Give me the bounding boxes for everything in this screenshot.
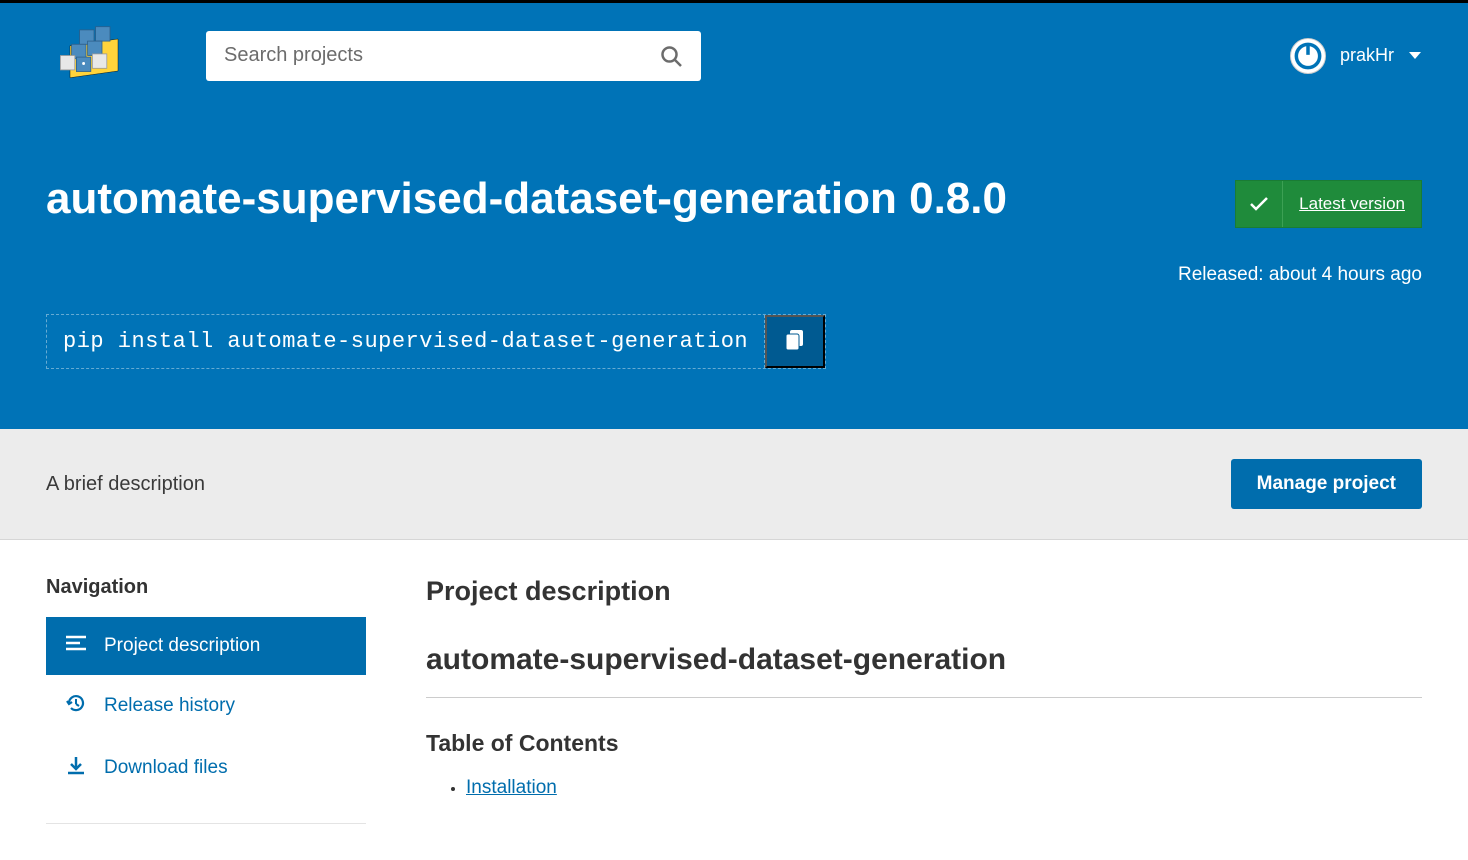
summary-text: A brief description [46, 473, 205, 496]
toc-link-installation[interactable]: Installation [466, 777, 557, 798]
user-menu[interactable]: prakHr [1290, 38, 1422, 74]
section-heading: Project description [426, 576, 1422, 607]
nav-release-history[interactable]: Release history [46, 675, 366, 737]
nav-item-label: Download files [104, 757, 228, 779]
copy-button[interactable] [765, 315, 825, 368]
toc-item: Installation [466, 777, 1422, 799]
nav-item-label: Release history [104, 695, 235, 717]
align-left-icon [66, 635, 86, 657]
copy-icon [785, 329, 805, 354]
pip-command-box: pip install automate-supervised-dataset-… [46, 314, 826, 369]
manage-project-button[interactable]: Manage project [1231, 459, 1422, 509]
nav-project-description[interactable]: Project description [46, 617, 366, 675]
package-title: automate-supervised-dataset-generation 0… [46, 168, 1007, 230]
package-banner: automate-supervised-dataset-generation 0… [0, 108, 1468, 429]
latest-version-label: Latest version [1283, 181, 1421, 227]
username: prakHr [1340, 45, 1394, 66]
search-input[interactable] [224, 44, 659, 67]
search-box[interactable] [206, 31, 701, 81]
summary-bar: A brief description Manage project [0, 429, 1468, 540]
content-area: Navigation Project description Release h… [0, 540, 1468, 860]
released-text: Released: about 4 hours ago [1178, 264, 1422, 286]
divider [426, 697, 1422, 698]
download-icon [66, 755, 86, 781]
package-name-heading: automate-supervised-dataset-generation [426, 643, 1422, 677]
nav-heading: Navigation [46, 576, 366, 599]
toc-heading: Table of Contents [426, 730, 1422, 757]
main-content: Project description automate-supervised-… [426, 576, 1422, 824]
nav-divider [46, 823, 366, 824]
site-header: prakHr [0, 3, 1468, 108]
search-icon[interactable] [659, 44, 683, 68]
toc-list: Installation [426, 777, 1422, 799]
caret-down-icon [1408, 45, 1422, 66]
pypi-logo[interactable] [46, 23, 126, 88]
latest-version-badge[interactable]: Latest version [1235, 180, 1422, 228]
nav-item-label: Project description [104, 635, 260, 657]
sidebar: Navigation Project description Release h… [46, 576, 366, 824]
pip-command: pip install automate-supervised-dataset-… [47, 315, 765, 368]
avatar-icon [1290, 38, 1326, 74]
nav-download-files[interactable]: Download files [46, 737, 366, 799]
history-icon [66, 693, 86, 719]
check-icon [1236, 181, 1283, 227]
